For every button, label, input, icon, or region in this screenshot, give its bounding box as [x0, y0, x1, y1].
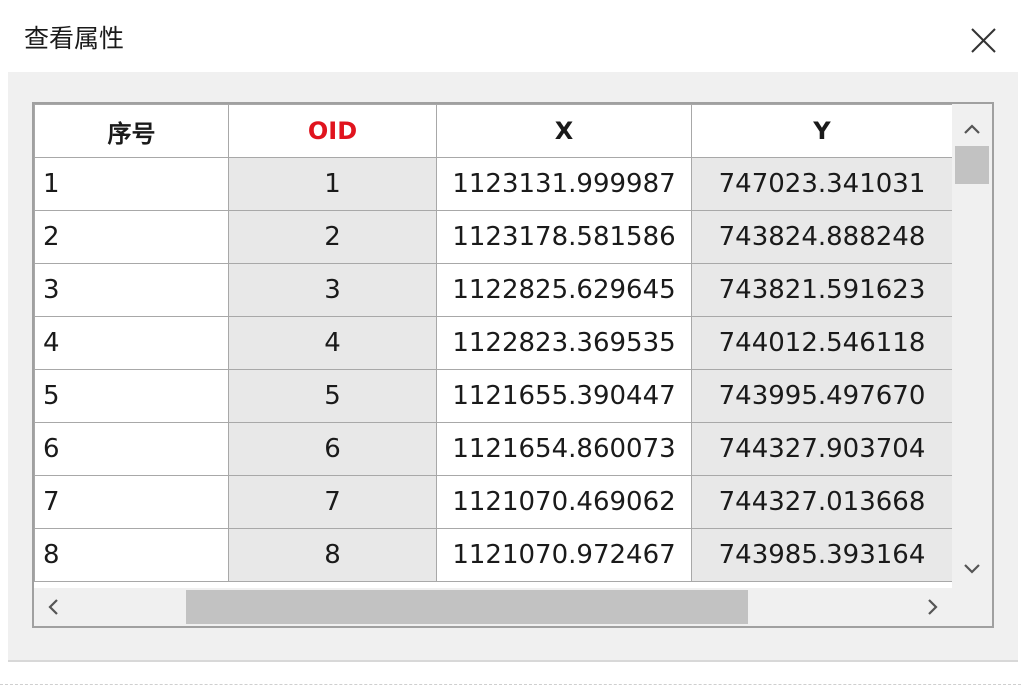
- table-header-row: 序号 OID X Y: [34, 104, 953, 158]
- attribute-grid: 序号 OID X Y 1 1 1123131.999987 747023.341…: [32, 102, 994, 628]
- cell-oid[interactable]: 6: [228, 422, 437, 476]
- table-row[interactable]: 6 6 1121654.860073 744327.903704: [34, 422, 953, 476]
- cell-seq[interactable]: 1: [34, 157, 229, 211]
- column-header-x[interactable]: X: [436, 104, 692, 158]
- cell-y[interactable]: 744327.013668: [691, 475, 953, 529]
- vertical-scroll-thumb[interactable]: [955, 146, 989, 184]
- table-row[interactable]: 7 7 1121070.469062 744327.013668: [34, 475, 953, 529]
- column-header-oid[interactable]: OID: [228, 104, 437, 158]
- cell-y[interactable]: 743821.591623: [691, 263, 953, 317]
- cell-seq[interactable]: 3: [34, 263, 229, 317]
- scroll-left-button[interactable]: [38, 592, 68, 622]
- cell-y[interactable]: 744012.546118: [691, 316, 953, 370]
- chevron-right-icon: [928, 599, 938, 615]
- cell-x[interactable]: 1121655.390447: [436, 369, 692, 423]
- cell-seq[interactable]: 6: [34, 422, 229, 476]
- bottom-divider: [0, 684, 1021, 685]
- cell-seq[interactable]: 4: [34, 316, 229, 370]
- cell-seq[interactable]: 2: [34, 210, 229, 264]
- close-button[interactable]: [962, 20, 1002, 60]
- horizontal-scroll-thumb[interactable]: [186, 590, 748, 624]
- table-row[interactable]: 8 8 1121070.972467 743985.393164: [34, 528, 953, 582]
- chevron-left-icon: [48, 599, 58, 615]
- cell-oid[interactable]: 4: [228, 316, 437, 370]
- dialog-content: 序号 OID X Y 1 1 1123131.999987 747023.341…: [8, 72, 1018, 662]
- table-row[interactable]: 5 5 1121655.390447 743995.497670: [34, 369, 953, 423]
- vertical-scrollbar[interactable]: [952, 104, 992, 588]
- horizontal-scrollbar[interactable]: [34, 588, 992, 626]
- cell-x[interactable]: 1121070.972467: [436, 528, 692, 582]
- cell-y[interactable]: 743985.393164: [691, 528, 953, 582]
- scroll-up-button[interactable]: [952, 114, 992, 144]
- cell-oid[interactable]: 5: [228, 369, 437, 423]
- cell-seq[interactable]: 5: [34, 369, 229, 423]
- scrollbar-corner: [952, 588, 992, 626]
- cell-x[interactable]: 1122823.369535: [436, 316, 692, 370]
- scroll-right-button[interactable]: [918, 592, 948, 622]
- scroll-down-button[interactable]: [952, 554, 992, 584]
- attribute-dialog: 查看属性 序号 OID X Y 1 1 1123131.999987 74702…: [0, 0, 1021, 689]
- dialog-title: 查看属性: [24, 24, 125, 53]
- table-row[interactable]: 1 1 1123131.999987 747023.341031: [34, 157, 953, 211]
- cell-y[interactable]: 747023.341031: [691, 157, 953, 211]
- chevron-down-icon: [964, 564, 980, 574]
- column-header-seq[interactable]: 序号: [34, 104, 229, 158]
- cell-x[interactable]: 1123131.999987: [436, 157, 692, 211]
- table-row[interactable]: 4 4 1122823.369535 744012.546118: [34, 316, 953, 370]
- cell-y[interactable]: 744327.903704: [691, 422, 953, 476]
- cell-seq[interactable]: 8: [34, 528, 229, 582]
- cell-oid[interactable]: 7: [228, 475, 437, 529]
- cell-x[interactable]: 1121070.469062: [436, 475, 692, 529]
- close-icon: [971, 28, 996, 53]
- cell-seq[interactable]: 7: [34, 475, 229, 529]
- chevron-up-icon: [964, 124, 980, 134]
- attribute-table: 序号 OID X Y 1 1 1123131.999987 747023.341…: [34, 104, 953, 582]
- cell-x[interactable]: 1123178.581586: [436, 210, 692, 264]
- table-row[interactable]: 2 2 1123178.581586 743824.888248: [34, 210, 953, 264]
- cell-x[interactable]: 1121654.860073: [436, 422, 692, 476]
- table-row[interactable]: 3 3 1122825.629645 743821.591623: [34, 263, 953, 317]
- cell-y[interactable]: 743824.888248: [691, 210, 953, 264]
- cell-oid[interactable]: 1: [228, 157, 437, 211]
- cell-oid[interactable]: 8: [228, 528, 437, 582]
- title-bar: 查看属性: [0, 0, 1021, 72]
- cell-y[interactable]: 743995.497670: [691, 369, 953, 423]
- column-header-y[interactable]: Y: [691, 104, 953, 158]
- cell-x[interactable]: 1122825.629645: [436, 263, 692, 317]
- cell-oid[interactable]: 3: [228, 263, 437, 317]
- cell-oid[interactable]: 2: [228, 210, 437, 264]
